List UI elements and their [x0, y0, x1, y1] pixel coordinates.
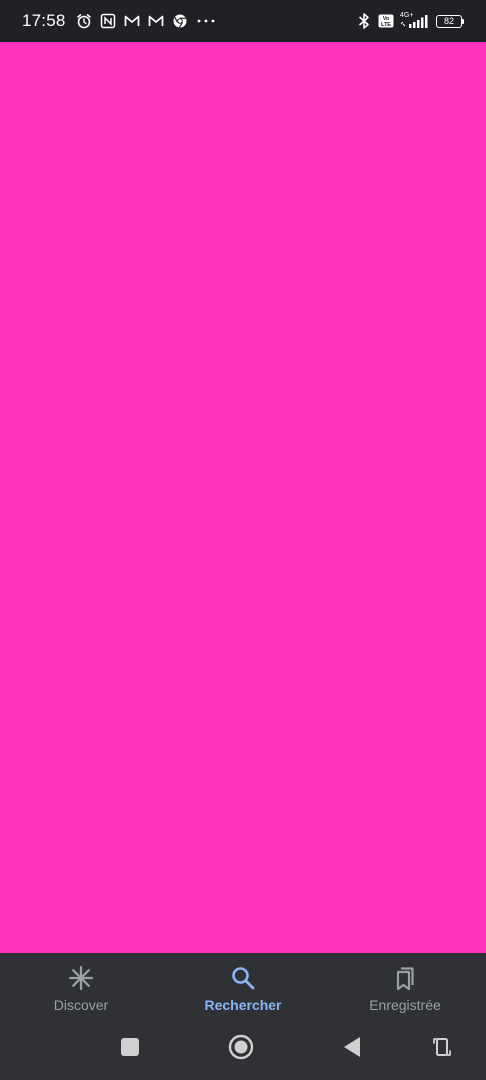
- status-bar: 17:58 Vo LTE 4G+ 82: [0, 0, 486, 42]
- screen: 17:58 Vo LTE 4G+ 82 Discover Rechercher …: [0, 0, 486, 1080]
- bottom-navigation: Discover Rechercher Enregistrée: [0, 953, 486, 1023]
- recents-square-icon: [120, 1037, 140, 1062]
- search-icon: [229, 964, 257, 992]
- system-navigation-bar: [0, 1023, 486, 1080]
- nav-rechercher[interactable]: Rechercher: [162, 953, 324, 1023]
- network-type: 4G+: [400, 12, 414, 19]
- nfc-icon: [100, 13, 116, 29]
- more-notifications-icon: [196, 13, 216, 29]
- battery-tip: [462, 18, 464, 24]
- chrome-icon: [172, 13, 188, 29]
- battery-level: 82: [436, 14, 462, 28]
- nav-enregistree-label: Enregistrée: [369, 997, 441, 1013]
- status-right: Vo LTE 4G+ 82: [356, 12, 464, 29]
- home-circle-icon: [228, 1034, 254, 1065]
- rotate-button[interactable]: [428, 1035, 456, 1063]
- gmail-icon: [148, 13, 164, 29]
- gmail-icon: [124, 13, 140, 29]
- battery-indicator: 82: [436, 14, 464, 28]
- back-button[interactable]: [338, 1035, 366, 1063]
- nav-enregistree[interactable]: Enregistrée: [324, 953, 486, 1023]
- bookmarks-icon: [391, 964, 419, 992]
- asterisk-icon: [67, 964, 95, 992]
- rotate-icon: [431, 1036, 453, 1063]
- alarm-icon: [76, 13, 92, 29]
- back-triangle-icon: [342, 1036, 362, 1063]
- bluetooth-icon: [356, 13, 372, 29]
- volte-icon: Vo LTE: [378, 13, 394, 29]
- nav-discover[interactable]: Discover: [0, 953, 162, 1023]
- nav-rechercher-label: Rechercher: [204, 997, 282, 1013]
- signal-icon: 4G+: [400, 12, 430, 29]
- home-button[interactable]: [227, 1034, 255, 1065]
- recents-button[interactable]: [116, 1035, 144, 1063]
- main-content[interactable]: [0, 42, 486, 953]
- svg-text:LTE: LTE: [381, 22, 391, 28]
- status-left: 17:58: [22, 11, 216, 31]
- nav-discover-label: Discover: [53, 997, 109, 1013]
- status-time: 17:58: [22, 11, 66, 30]
